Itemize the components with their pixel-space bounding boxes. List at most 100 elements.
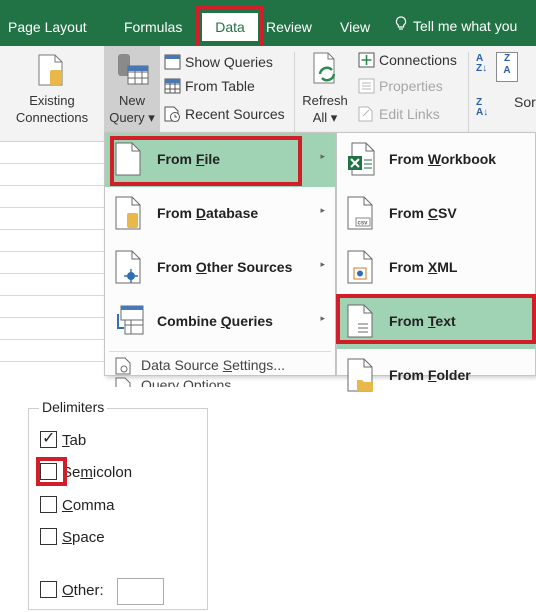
menu-item-combine-queries[interactable]: Combine Queries ▸: [105, 295, 335, 349]
new-query-label-2: Query ▾: [109, 110, 155, 125]
menu-item-from-other-sources[interactable]: From Other Sources ▸: [105, 241, 335, 295]
delimiter-semicolon-option[interactable]: Semicolon: [40, 461, 132, 485]
menu-item-from-database[interactable]: From Database ▸: [105, 187, 335, 241]
svg-text:csv: csv: [358, 221, 369, 227]
comma-label: Comma: [62, 497, 115, 514]
combine-queries-label: Combine Queries: [157, 313, 273, 329]
from-csv-label: From CSV: [389, 205, 457, 221]
sort-button-label[interactable]: Sor: [514, 94, 536, 110]
tab-data[interactable]: Data: [202, 13, 258, 41]
delimiter-tab-option[interactable]: ✓ Tab: [40, 429, 86, 453]
recent-sources-button[interactable]: Recent Sources: [164, 104, 285, 124]
database-icon: [115, 196, 141, 230]
other-delimiter-input[interactable]: [117, 578, 164, 605]
existing-connections-label-2: Connections: [15, 110, 89, 125]
tab-formulas[interactable]: Formulas: [124, 16, 182, 38]
connections-icon: [358, 52, 375, 68]
menu-item-from-workbook[interactable]: From Workbook: [337, 133, 535, 187]
edit-links-icon: [358, 106, 373, 122]
from-text-label: From Text: [389, 313, 456, 329]
from-file-label: From File: [157, 151, 221, 167]
refresh-all-icon: [313, 52, 336, 84]
delimiter-comma-option[interactable]: Comma: [40, 494, 115, 518]
xml-file-icon: [347, 250, 373, 284]
ribbon-tab-bar: Page Layout Formulas Data Review View Te…: [0, 0, 536, 46]
semicolon-checkbox[interactable]: [40, 463, 57, 480]
data-source-settings-label: Data Source Settings...: [141, 357, 285, 373]
from-other-sources-label: From Other Sources: [157, 259, 293, 275]
space-label: Space: [62, 529, 105, 546]
submenu-arrow-icon: ▸: [320, 151, 325, 161]
from-database-label: From Database: [157, 205, 259, 221]
properties-icon: [358, 78, 375, 94]
file-icon: [115, 142, 141, 176]
folder-icon: [347, 358, 373, 392]
space-checkbox[interactable]: [40, 528, 57, 545]
from-table-button[interactable]: From Table: [164, 76, 255, 96]
comma-checkbox[interactable]: [40, 496, 57, 513]
show-queries-label: Show Queries: [185, 54, 273, 70]
new-query-icon: [118, 54, 149, 85]
other-sources-icon: [115, 250, 141, 284]
checkmark-icon: ✓: [42, 430, 56, 447]
from-workbook-label: From Workbook: [389, 151, 497, 167]
menu-item-from-text[interactable]: From Text: [337, 295, 535, 349]
tab-page-layout[interactable]: Page Layout: [8, 16, 87, 38]
new-query-menu: From File ▸ From Database ▸ From Other S…: [104, 132, 336, 387]
refresh-all-label-1: Refresh: [302, 93, 348, 108]
menu-divider: [109, 351, 331, 352]
refresh-all-button[interactable]: Refresh All ▾: [298, 46, 352, 142]
tab-label: Tab: [62, 432, 87, 449]
tell-me-search[interactable]: Tell me what you: [395, 16, 517, 34]
show-queries-button[interactable]: Show Queries: [164, 52, 273, 72]
from-xml-label: From XML: [389, 259, 458, 275]
connections-button[interactable]: Connections: [358, 50, 457, 70]
other-label: Other:: [62, 582, 104, 599]
refresh-all-label-2: All ▾: [312, 110, 338, 125]
other-checkbox[interactable]: [40, 581, 57, 598]
query-options-label: Query Options: [141, 377, 232, 387]
delimiters-title: Delimiters: [39, 399, 108, 415]
show-queries-icon: [164, 54, 181, 70]
sort-az-icon[interactable]: A Z↓: [476, 54, 490, 76]
tab-view[interactable]: View: [340, 16, 370, 38]
menu-item-from-file[interactable]: From File ▸: [105, 133, 335, 187]
menu-item-query-options[interactable]: Query Options: [105, 373, 335, 387]
sort-icon[interactable]: ZA: [496, 52, 518, 82]
from-folder-label: From Folder: [389, 367, 471, 383]
tell-me-text: Tell me what you: [413, 18, 518, 34]
properties-button[interactable]: Properties: [358, 76, 443, 96]
submenu-arrow-icon: ▸: [320, 313, 325, 323]
new-query-label-1: New: [118, 93, 145, 108]
existing-connections-button[interactable]: Existing Connections: [0, 46, 104, 142]
existing-connections-label-1: Existing: [29, 93, 75, 108]
recent-sources-icon: [164, 106, 180, 122]
menu-item-from-folder[interactable]: From Folder: [337, 349, 535, 403]
worksheet-grid[interactable]: [0, 142, 104, 380]
text-file-icon: [347, 304, 373, 338]
submenu-arrow-icon: ▸: [320, 259, 325, 269]
properties-label: Properties: [379, 78, 443, 94]
new-query-button[interactable]: New Query ▾: [104, 46, 160, 142]
edit-links-label: Edit Links: [379, 106, 440, 122]
delimiter-space-option[interactable]: Space: [40, 526, 105, 550]
edit-links-button[interactable]: Edit Links: [358, 104, 440, 124]
menu-item-from-xml[interactable]: From XML: [337, 241, 535, 295]
ribbon-separator-2: [468, 52, 469, 136]
connections-label: Connections: [379, 52, 457, 68]
submenu-arrow-icon: ▸: [320, 205, 325, 215]
delimiter-other-option[interactable]: Other:: [40, 579, 104, 603]
menu-item-from-csv[interactable]: csv From CSV: [337, 187, 535, 241]
from-table-label: From Table: [185, 78, 255, 94]
recent-sources-label: Recent Sources: [185, 106, 285, 122]
from-table-icon: [164, 78, 181, 94]
from-file-submenu: From Workbook csv From CSV From XML From…: [336, 132, 536, 392]
tab-review[interactable]: Review: [266, 16, 312, 38]
lightbulb-icon: [395, 16, 407, 34]
query-options-icon: [115, 377, 131, 387]
sort-za-icon[interactable]: Z A↓: [476, 98, 490, 120]
semicolon-label: Semicolon: [62, 464, 133, 481]
data-ribbon: Existing Connections New Query ▾ Show Qu…: [0, 46, 536, 142]
ribbon-separator: [294, 52, 295, 136]
tab-checkbox[interactable]: ✓: [40, 430, 57, 448]
